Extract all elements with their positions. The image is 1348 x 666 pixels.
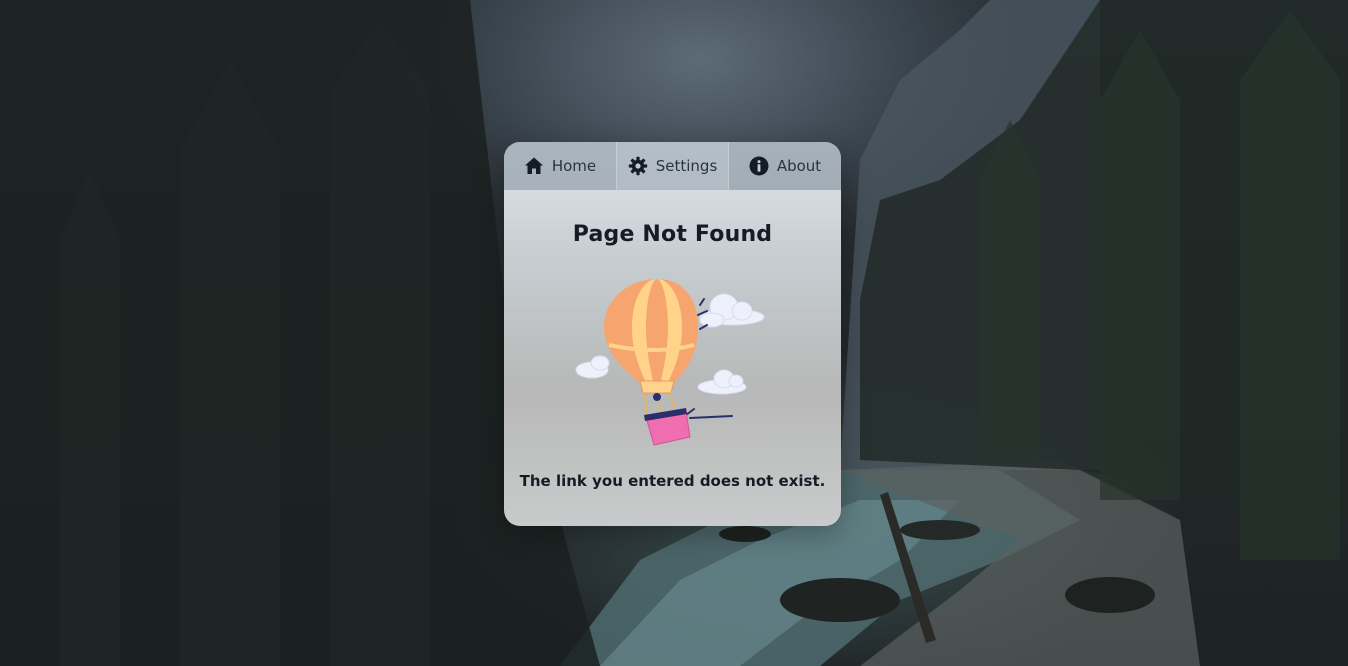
tab-home[interactable]: Home (504, 142, 616, 190)
hot-air-balloon-illustration (574, 277, 780, 455)
not-found-message: The link you entered does not exist. (519, 472, 826, 490)
page-title: Page Not Found (572, 222, 773, 247)
home-icon (524, 156, 544, 176)
not-found-card: Home Settings About Page Not Found The l… (504, 142, 841, 526)
tab-home-label: Home (551, 157, 597, 175)
gear-icon (628, 156, 648, 176)
tab-settings[interactable]: Settings (616, 142, 729, 190)
nav-bar: Home Settings About (504, 142, 841, 190)
cloud-right-top (699, 293, 765, 328)
cloud-right-bottom (697, 369, 747, 395)
tab-about[interactable]: About (729, 142, 841, 190)
info-icon (749, 156, 769, 176)
tab-settings-label: Settings (655, 157, 718, 175)
cloud-left (575, 355, 610, 379)
tab-about-label: About (776, 157, 822, 175)
